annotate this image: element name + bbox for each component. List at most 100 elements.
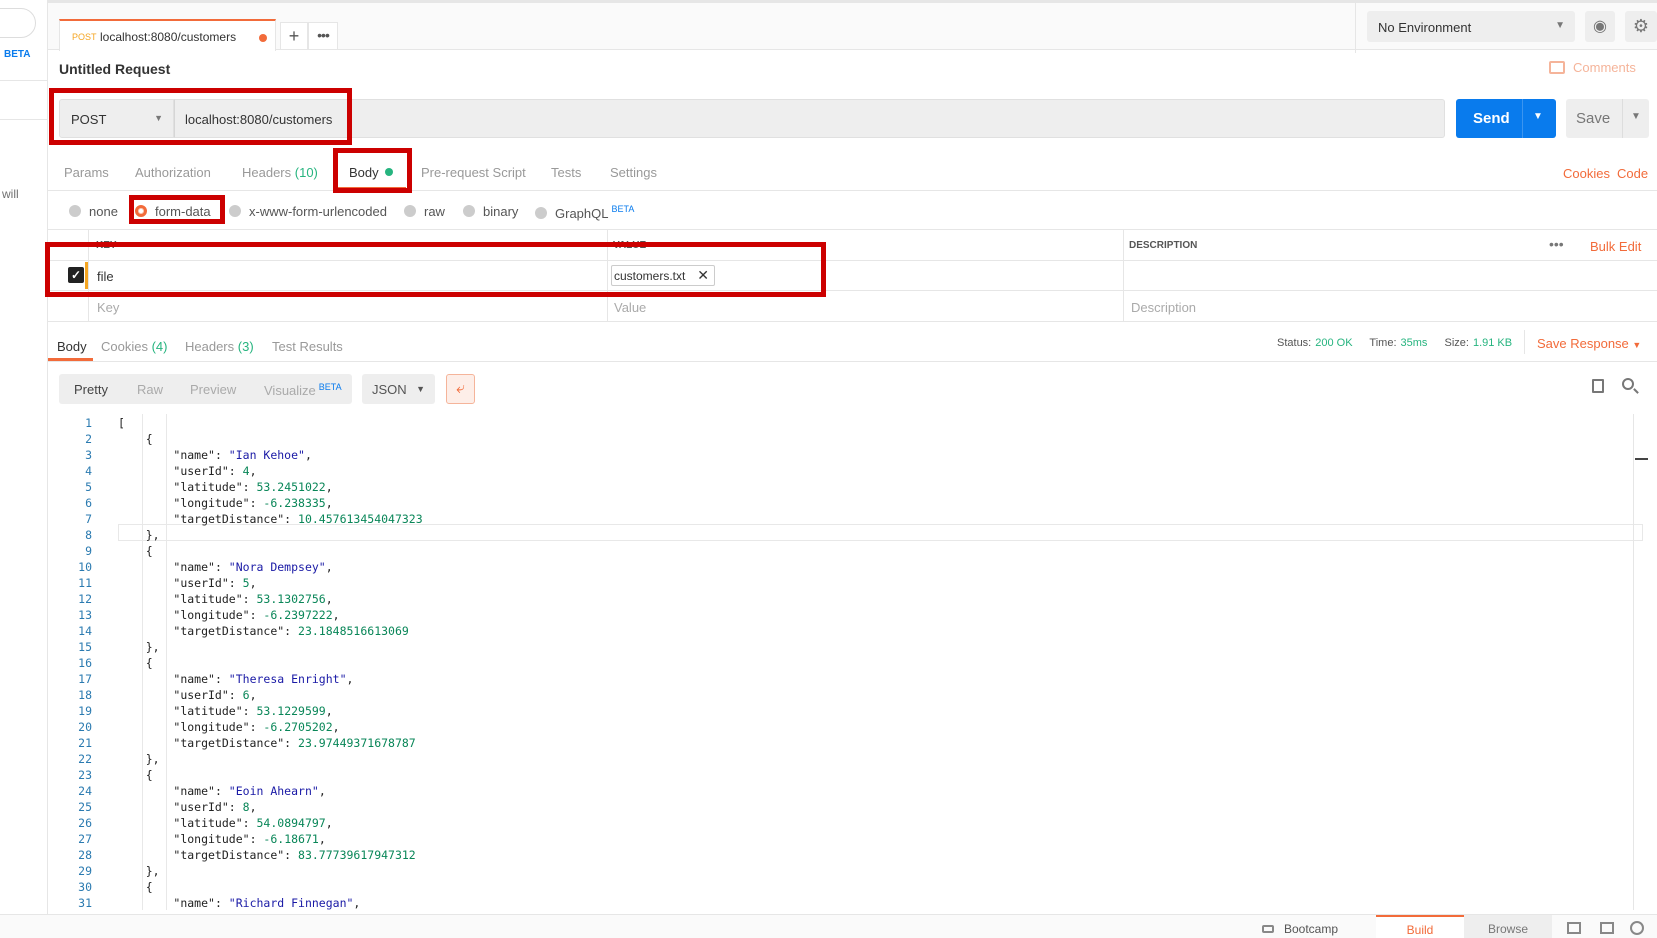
code-line: "targetDistance": 23.97449371678787 (173, 736, 416, 750)
code-line: { (118, 656, 153, 670)
response-tab-headers-count: (3) (237, 339, 254, 354)
chevron-down-icon: ▼ (1632, 340, 1642, 350)
help-icon[interactable] (1630, 921, 1644, 935)
view-pretty-button[interactable]: Pretty (74, 382, 108, 397)
request-title[interactable]: Untitled Request (59, 61, 170, 77)
send-options-chevron-icon[interactable]: ▼ (1533, 111, 1543, 122)
radio-graphql[interactable]: GraphQL BETA (535, 204, 634, 221)
cookies-link[interactable]: Cookies (1563, 166, 1610, 181)
response-tab-test-results[interactable]: Test Results (272, 339, 343, 354)
tab-headers[interactable]: Headers (10) (242, 165, 318, 180)
build-tab[interactable]: Build (1376, 915, 1464, 938)
save-response-label: Save Response (1537, 336, 1629, 351)
code-line: }, (118, 864, 160, 878)
search-icon[interactable] (1622, 378, 1634, 390)
sidebar-divider (0, 119, 48, 120)
response-tab-cookies-count: (4) (151, 339, 168, 354)
response-tab-cookies-label: Cookies (101, 339, 148, 354)
code-line: "userId": 5, (173, 576, 257, 590)
sidebar-divider (0, 80, 48, 81)
divider (1355, 3, 1356, 53)
copy-icon[interactable] (1592, 379, 1604, 393)
two-pane-view-icon[interactable] (1567, 922, 1581, 934)
code-line: "name": "Ian Kehoe", (173, 448, 312, 462)
line-number: 8 (85, 528, 92, 542)
column-header-description: DESCRIPTION (1129, 240, 1198, 251)
tab-params[interactable]: Params (64, 165, 109, 180)
save-label: Save (1576, 110, 1611, 127)
line-number: 19 (78, 704, 92, 718)
radio-none[interactable]: none (69, 204, 118, 219)
indent-guide (166, 414, 167, 910)
tab-tests[interactable]: Tests (551, 165, 581, 180)
radio-x-www-form-urlencoded[interactable]: x-www-form-urlencoded (229, 204, 387, 219)
tab-options-button[interactable]: ••• (308, 22, 338, 50)
new-value-input[interactable]: Value (614, 300, 646, 315)
code-line: "userId": 8, (173, 800, 257, 814)
annotation-box (49, 88, 352, 145)
line-number: 6 (85, 496, 92, 510)
environment-settings-button[interactable]: ⚙ (1625, 11, 1657, 42)
new-tab-button[interactable]: + (280, 22, 308, 50)
status-value[interactable]: 200 OK (1315, 337, 1352, 349)
radio-label: none (89, 204, 118, 219)
view-preview-button[interactable]: Preview (190, 382, 236, 397)
response-body-viewer[interactable]: 1 [2 {3 "name": "Ian Kehoe", 4 "userId": 4… (48, 414, 1628, 910)
size-label: Size: (1444, 337, 1469, 349)
new-key-input[interactable]: Key (97, 300, 119, 315)
status-label: Status: (1277, 337, 1312, 349)
environment-select[interactable]: No Environment ▼ (1367, 11, 1575, 42)
view-raw-button[interactable]: Raw (137, 382, 163, 397)
sidebar: BETA will (0, 0, 48, 938)
code-line: "targetDistance": 23.1848516613069 (173, 624, 409, 638)
wrap-lines-button[interactable]: ⤶ (446, 374, 475, 404)
line-number: 1 (85, 416, 92, 430)
line-number: 30 (78, 880, 92, 894)
line-number: 31 (78, 896, 92, 910)
trash-icon[interactable] (1600, 922, 1614, 934)
radio-binary[interactable]: binary (463, 204, 518, 219)
line-number: 14 (78, 624, 92, 638)
line-number: 24 (78, 784, 92, 798)
url-input[interactable]: localhost:8080/customers (174, 99, 1445, 138)
table-options-icon[interactable]: ••• (1549, 236, 1564, 252)
sidebar-search-input[interactable] (0, 8, 36, 38)
radio-raw[interactable]: raw (404, 204, 445, 219)
response-tab-body[interactable]: Body (57, 339, 87, 354)
wrap-icon: ⤶ (456, 380, 465, 397)
tab-headers-count: (10) (294, 165, 318, 180)
response-tab-headers[interactable]: Headers (3) (185, 339, 254, 354)
radio-label: binary (483, 204, 519, 219)
size-value[interactable]: 1.91 KB (1473, 337, 1512, 349)
environment-quick-look-button[interactable]: ◉ (1585, 11, 1615, 42)
send-button[interactable]: Send ▼ (1456, 99, 1556, 138)
bootcamp-button[interactable]: Bootcamp (1262, 922, 1338, 936)
save-button[interactable]: Save ▼ (1566, 99, 1649, 138)
comments-button[interactable]: Comments (1549, 60, 1636, 75)
request-tab[interactable]: POST localhost:8080/customers (59, 19, 276, 51)
bulk-edit-link[interactable]: Bulk Edit (1590, 239, 1641, 254)
code-line: }, (118, 640, 160, 654)
code-line: "longitude": -6.238335, (173, 496, 333, 510)
time-value[interactable]: 35ms (1401, 337, 1428, 349)
format-select[interactable]: JSON ▼ (362, 374, 435, 404)
line-number: 10 (78, 560, 92, 574)
tab-pre-request-script[interactable]: Pre-request Script (421, 165, 526, 180)
code-link[interactable]: Code (1617, 166, 1648, 181)
browse-tab[interactable]: Browse (1464, 915, 1552, 938)
bootcamp-label: Bootcamp (1284, 922, 1339, 936)
response-tab-cookies[interactable]: Cookies (4) (101, 339, 167, 354)
view-visualize-button[interactable]: Visualize BETA (264, 382, 342, 398)
scrollbar[interactable] (1633, 414, 1645, 910)
line-number: 25 (78, 800, 92, 814)
line-number: 16 (78, 656, 92, 670)
response-tab-headers-label: Headers (185, 339, 235, 354)
tab-authorization[interactable]: Authorization (135, 165, 211, 180)
save-options-chevron-icon[interactable]: ▼ (1631, 111, 1641, 122)
code-line: "userId": 4, (173, 464, 257, 478)
line-number: 13 (78, 608, 92, 622)
tab-settings[interactable]: Settings (610, 165, 657, 180)
sidebar-beta-badge: BETA (4, 49, 31, 60)
new-description-input[interactable]: Description (1131, 300, 1196, 315)
save-response-button[interactable]: Save Response ▼ (1537, 336, 1641, 351)
